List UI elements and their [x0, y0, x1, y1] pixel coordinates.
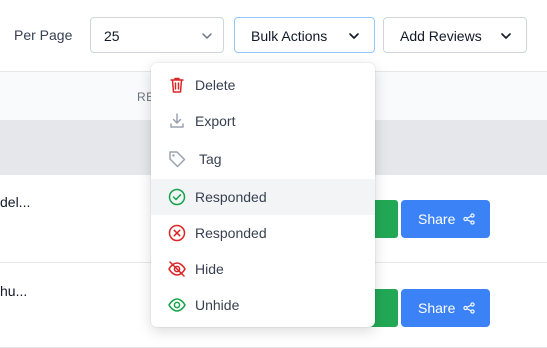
eye-icon: [168, 298, 186, 312]
x-circle-icon: [168, 224, 186, 242]
share-icon: [463, 302, 475, 314]
per-page-label: Per Page: [14, 27, 73, 43]
review-snippet: hu...: [0, 283, 28, 299]
menu-item-label: Tag: [199, 151, 222, 167]
chevron-down-icon: [202, 33, 212, 39]
menu-item-label: Export: [195, 113, 236, 129]
menu-item-label: Responded: [195, 225, 267, 241]
menu-item-label: Unhide: [195, 297, 240, 313]
eye-off-icon: [168, 261, 186, 277]
menu-item-label: Hide: [195, 261, 224, 277]
per-page-select[interactable]: 25: [90, 17, 224, 53]
menu-item-label: Responded: [195, 189, 267, 205]
share-icon: [463, 213, 475, 225]
menu-item-delete[interactable]: Delete: [151, 67, 375, 103]
share-label: Share: [418, 300, 456, 316]
bulk-actions-menu: Delete Export Tag Responded Responded Hi…: [151, 63, 375, 327]
menu-item-tag[interactable]: Tag: [151, 141, 375, 177]
add-reviews-label: Add Reviews: [400, 28, 482, 44]
share-button[interactable]: Share: [401, 289, 490, 327]
menu-item-unhide[interactable]: Unhide: [151, 287, 375, 323]
trash-icon: [170, 77, 184, 93]
toolbar: Per Page 25 Bulk Actions Add Reviews: [0, 0, 547, 71]
menu-item-hide[interactable]: Hide: [151, 251, 375, 287]
tag-icon: [169, 151, 186, 168]
chevron-down-icon: [501, 33, 511, 39]
bulk-actions-button[interactable]: Bulk Actions: [234, 17, 375, 53]
menu-item-label: Delete: [195, 77, 236, 93]
share-label: Share: [418, 211, 456, 227]
review-snippet: del...: [0, 194, 31, 210]
download-icon: [170, 113, 184, 128]
per-page-value: 25: [104, 28, 120, 44]
menu-item-export[interactable]: Export: [151, 103, 375, 139]
add-reviews-button[interactable]: Add Reviews: [383, 17, 527, 53]
check-circle-icon: [168, 188, 186, 206]
share-button[interactable]: Share: [401, 200, 490, 238]
menu-item-responded[interactable]: Responded: [151, 179, 375, 215]
menu-item-not-responded[interactable]: Responded: [151, 215, 375, 251]
bulk-actions-label: Bulk Actions: [251, 28, 328, 44]
chevron-down-icon: [349, 33, 359, 39]
